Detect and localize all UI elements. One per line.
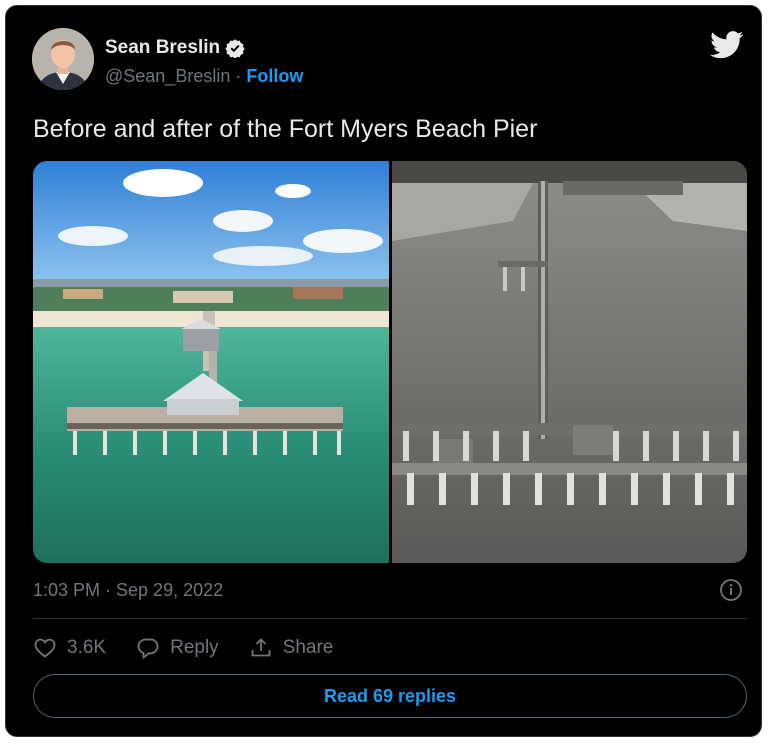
tweet-timestamp[interactable]: 1:03 PM · Sep 29, 2022 bbox=[33, 580, 223, 601]
info-icon[interactable] bbox=[719, 578, 743, 602]
avatar[interactable] bbox=[32, 28, 94, 90]
tweet-media[interactable] bbox=[33, 161, 747, 563]
reply-bubble-icon bbox=[137, 638, 159, 660]
tweet-text: Before and after of the Fort Myers Beach… bbox=[33, 115, 538, 143]
share-icon bbox=[251, 638, 271, 657]
reply-button[interactable]: Reply bbox=[136, 636, 219, 660]
author-handle[interactable]: @Sean_Breslin bbox=[105, 66, 230, 86]
author-name-row[interactable]: Sean Breslin bbox=[105, 37, 245, 59]
before-photo[interactable] bbox=[33, 161, 389, 563]
like-count: 3.6K bbox=[67, 637, 107, 658]
twitter-bird-icon[interactable] bbox=[710, 31, 744, 59]
share-button[interactable]: Share bbox=[249, 636, 334, 660]
verified-badge-icon bbox=[225, 39, 245, 58]
handle-separator: · bbox=[230, 66, 247, 86]
like-button[interactable]: 3.6K bbox=[33, 636, 106, 660]
share-label: Share bbox=[282, 637, 334, 658]
heart-icon bbox=[34, 638, 56, 658]
tweet-card: Sean Breslin @Sean_Breslin · Follow Befo… bbox=[5, 5, 762, 737]
after-photo[interactable] bbox=[392, 161, 747, 563]
divider bbox=[33, 618, 747, 619]
author-display-name[interactable]: Sean Breslin bbox=[105, 37, 220, 59]
handle-row: @Sean_Breslin · Follow bbox=[105, 66, 303, 87]
tweet-actions: 3.6K Reply Share bbox=[33, 634, 363, 662]
reply-label: Reply bbox=[170, 637, 219, 658]
follow-button[interactable]: Follow bbox=[246, 66, 303, 86]
read-replies-button[interactable]: Read 69 replies bbox=[33, 674, 747, 718]
